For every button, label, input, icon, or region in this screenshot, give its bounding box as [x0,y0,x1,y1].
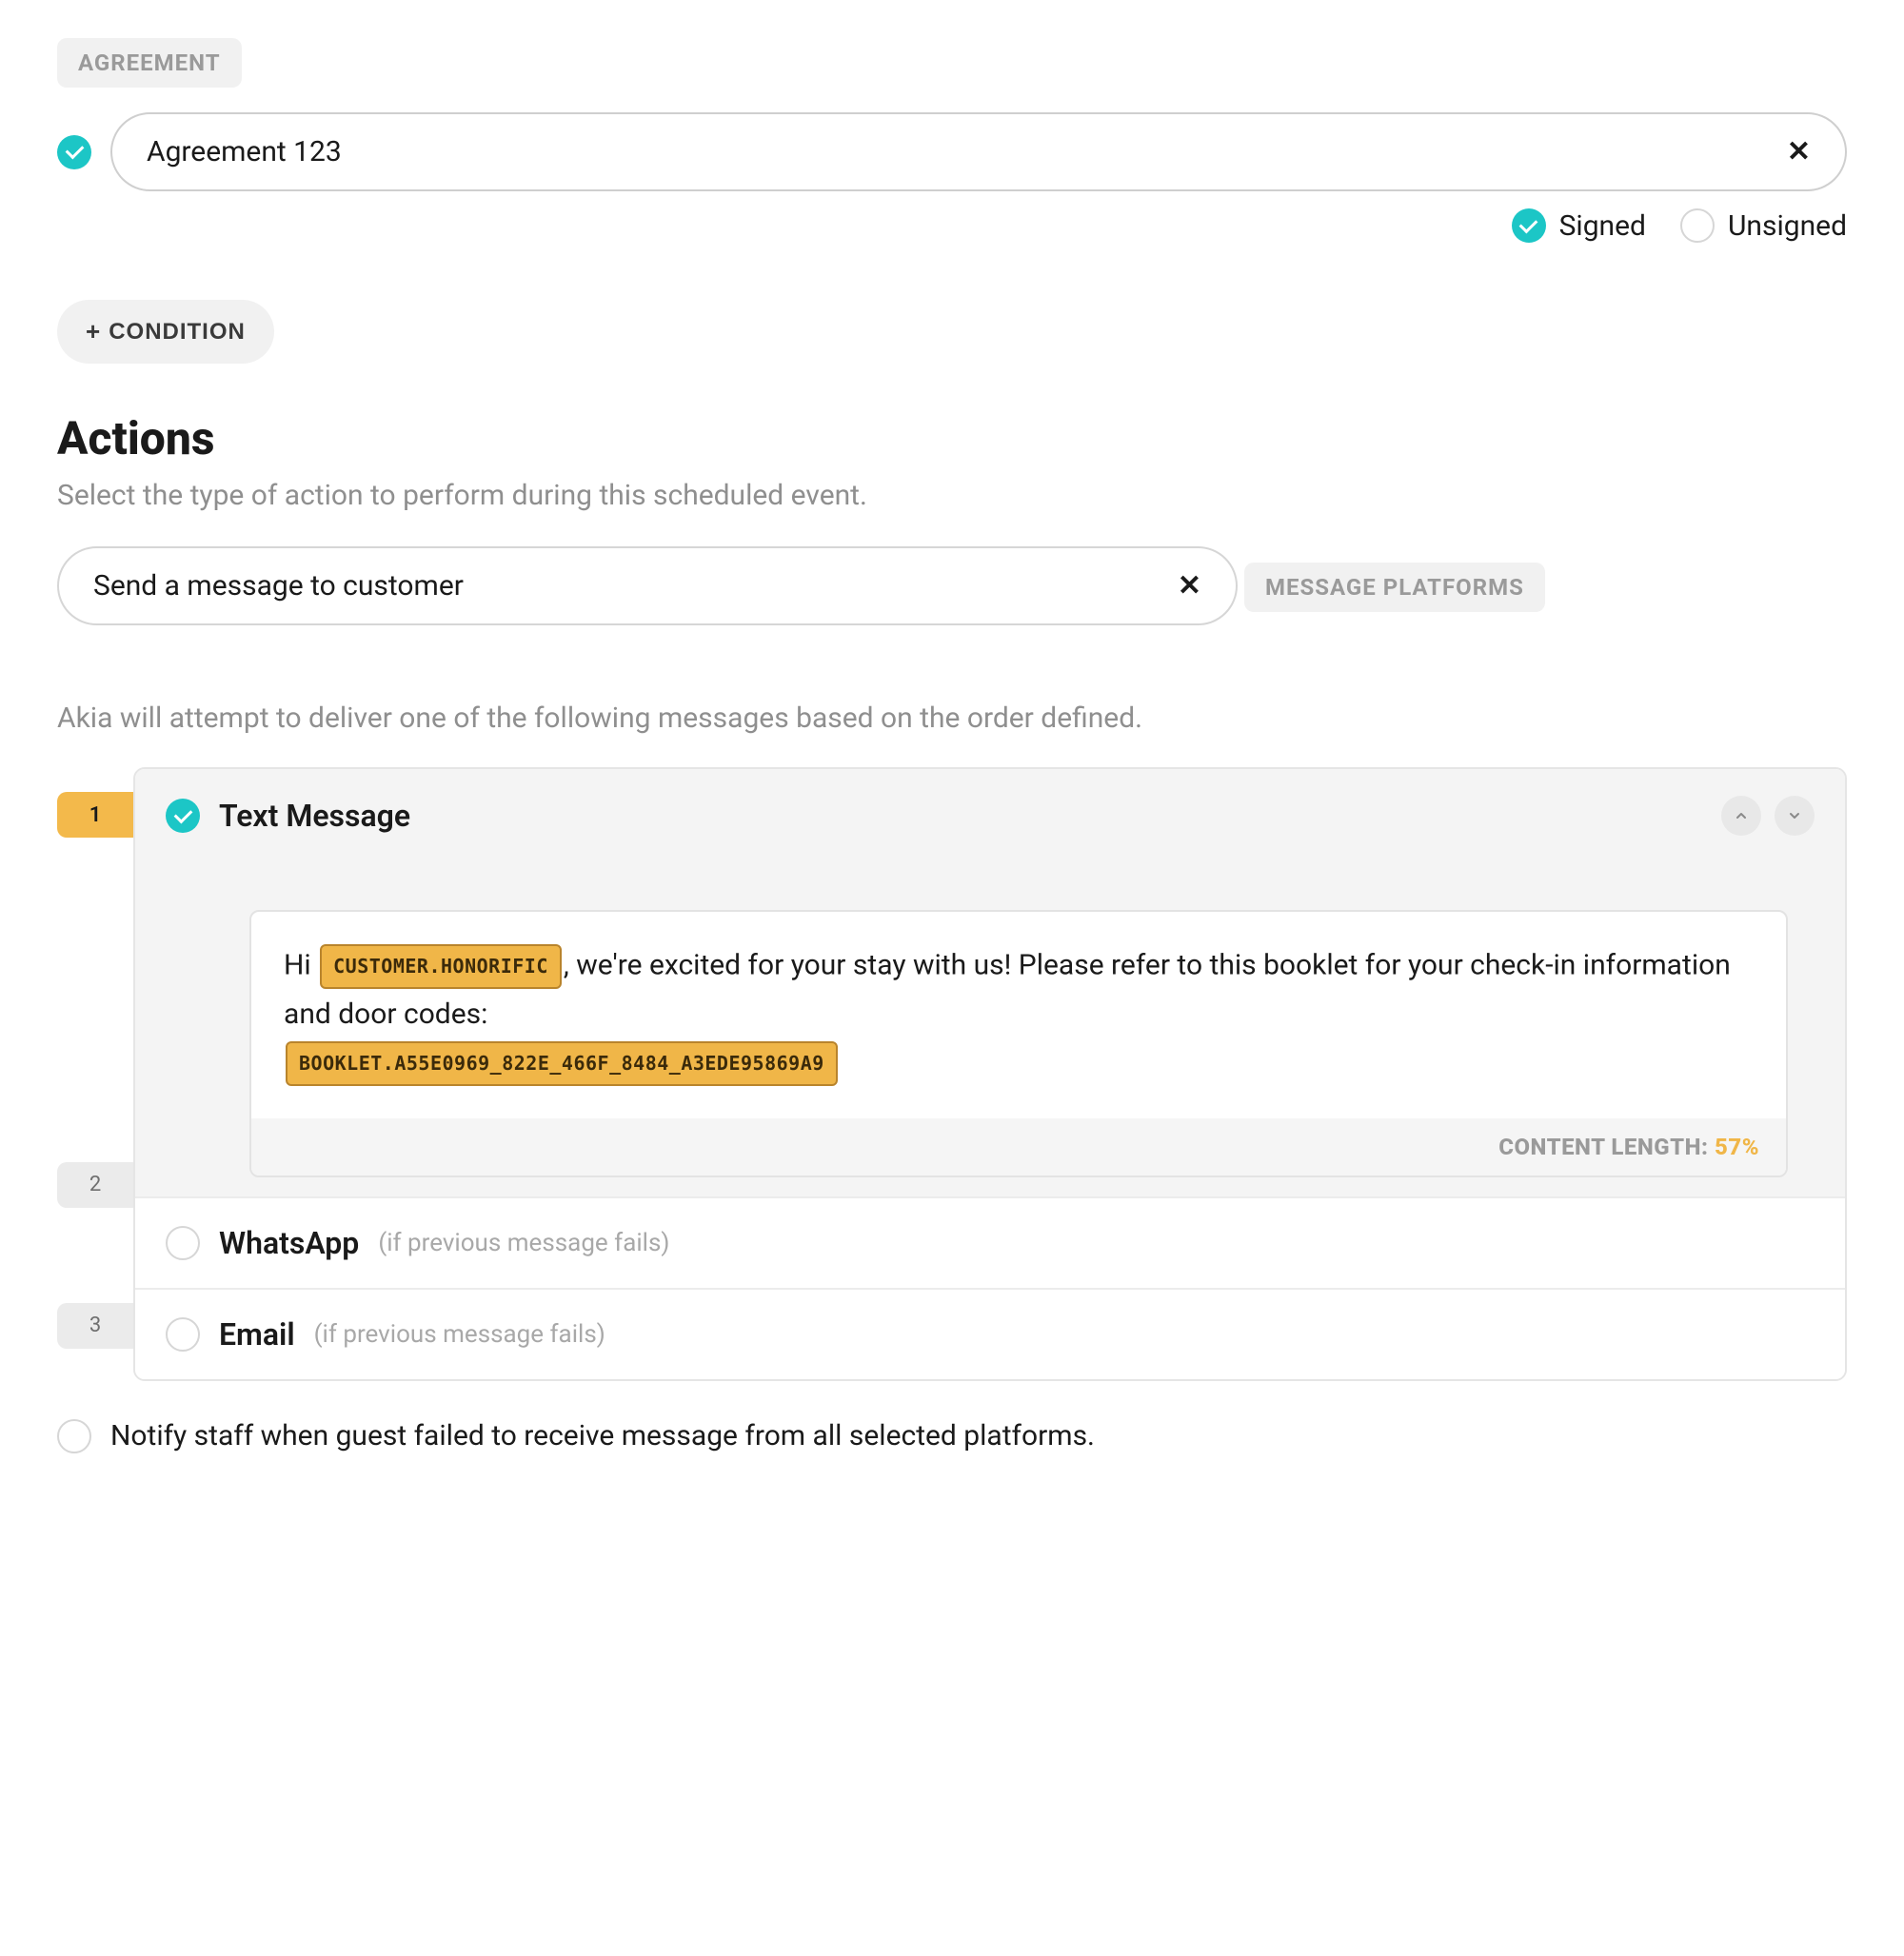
platform-text-message[interactable]: Text Message [135,769,1845,862]
platforms-card: Text Message Hi CUSTOMER.HONORIFIC, we'r… [133,767,1847,1381]
action-value: Send a message to customer [93,569,464,603]
add-condition-button[interactable]: + CONDITION [57,300,274,364]
unsigned-label: Unsigned [1728,209,1847,243]
platform-note: (if previous message fails) [378,1229,669,1257]
platform-email-row: Email (if previous message fails) [135,1288,1845,1379]
actions-heading: Actions [57,411,1847,465]
order-badge-1[interactable]: 1 [57,792,133,838]
platforms-description: Akia will attempt to deliver one of the … [57,701,1847,735]
platform-check-icon [166,799,200,833]
order-badge-2[interactable]: 2 [57,1162,133,1208]
platform-check-icon [166,1226,200,1260]
message-editor-wrap: Hi CUSTOMER.HONORIFIC, we're excited for… [135,862,1845,1196]
notify-label: Notify staff when guest failed to receiv… [110,1419,1095,1452]
chevron-up-icon [1734,808,1749,823]
agreement-value: Agreement 123 [147,135,342,168]
platforms-section-label: MESSAGE PLATFORMS [1244,563,1545,612]
move-up-button[interactable] [1721,796,1761,836]
chevron-down-icon [1787,808,1802,823]
plus-icon: + [86,317,101,346]
content-length-value: 57% [1715,1134,1759,1160]
platform-title: WhatsApp [219,1225,359,1261]
condition-button-label: CONDITION [109,319,246,346]
message-editor[interactable]: Hi CUSTOMER.HONORIFIC, we're excited for… [249,910,1788,1177]
platform-whatsapp[interactable]: WhatsApp (if previous message fails) [135,1198,1845,1288]
clear-action-icon[interactable]: ✕ [1178,569,1201,603]
order-badge-3[interactable]: 3 [57,1303,133,1349]
platform-title: Text Message [219,798,410,834]
notify-check-icon [57,1419,91,1453]
signed-option[interactable]: Signed [1512,208,1646,243]
platform-check-icon [166,1317,200,1352]
msg-text-1: Hi [284,948,318,981]
platform-whatsapp-row: WhatsApp (if previous message fails) [135,1196,1845,1288]
agreement-row: Agreement 123 ✕ [57,112,1847,191]
content-length-label: CONTENT LENGTH: [1498,1134,1715,1160]
agreement-section-label: AGREEMENT [57,38,242,88]
signed-check-icon [1512,208,1546,243]
signed-label: Signed [1559,209,1646,243]
platform-title: Email [219,1316,295,1353]
clear-agreement-icon[interactable]: ✕ [1787,135,1811,168]
agreement-check-icon[interactable] [57,135,91,169]
token-customer-honorific[interactable]: CUSTOMER.HONORIFIC [320,944,562,989]
unsigned-check-icon [1680,208,1715,243]
unsigned-option[interactable]: Unsigned [1680,208,1847,243]
message-body[interactable]: Hi CUSTOMER.HONORIFIC, we're excited for… [251,912,1786,1118]
platforms-container: 1 Text Message Hi CUSTOMER.HONORI [57,767,1847,1381]
content-length-footer: CONTENT LENGTH: 57% [251,1118,1786,1176]
platform-email[interactable]: Email (if previous message fails) [135,1290,1845,1379]
agreement-status-row: Signed Unsigned [57,208,1847,243]
notify-staff-row[interactable]: Notify staff when guest failed to receiv… [57,1419,1847,1453]
actions-subtext: Select the type of action to perform dur… [57,479,1847,512]
agreement-select[interactable]: Agreement 123 ✕ [110,112,1847,191]
action-select[interactable]: Send a message to customer ✕ [57,546,1238,625]
token-booklet[interactable]: BOOKLET.A55E0969_822E_466F_8484_A3EDE958… [286,1041,838,1086]
platform-note: (if previous message fails) [314,1320,605,1349]
move-down-button[interactable] [1775,796,1815,836]
